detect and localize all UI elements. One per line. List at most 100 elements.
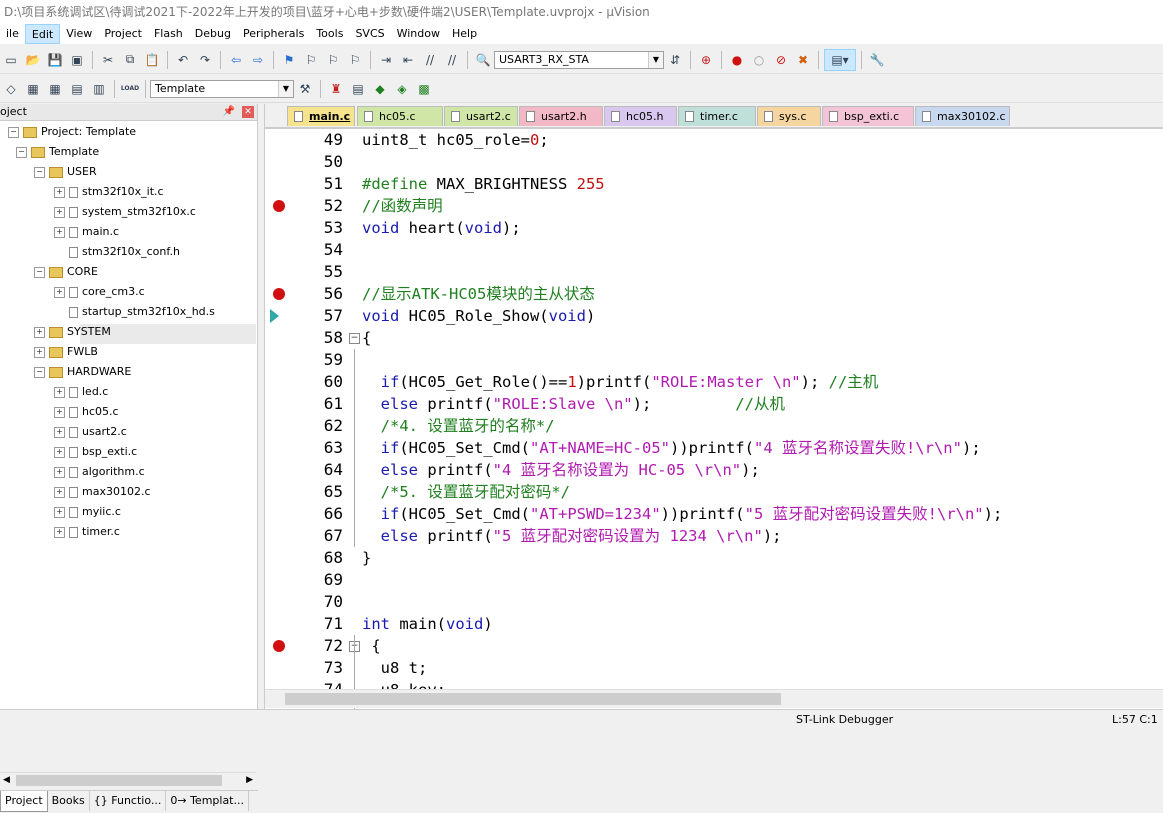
find-combo[interactable]: USART3_RX_STA ▼ — [494, 50, 664, 69]
pack-installer-icon[interactable]: ◆ — [370, 79, 390, 99]
copy-icon[interactable]: ⧉ — [120, 50, 140, 70]
nav-forward-icon[interactable]: ⇨ — [248, 50, 268, 70]
unindent-icon[interactable]: ⇤ — [398, 50, 418, 70]
expand-icon[interactable]: + — [54, 226, 65, 238]
manage-rte-icon[interactable]: ◈ — [392, 79, 412, 99]
tree-file-item[interactable]: + stm32f10x_it.c — [54, 182, 164, 202]
select-packs-icon[interactable]: ▤ — [348, 79, 368, 99]
collapse-icon[interactable]: − — [34, 166, 45, 178]
bookmark-icon[interactable]: ⚑ — [279, 50, 299, 70]
code-line[interactable]: if(HC05_Get_Role()==1)printf("ROLE:Maste… — [362, 371, 879, 393]
tree-file-item[interactable]: + system_stm32f10x.c — [54, 202, 196, 222]
menu-project[interactable]: Project — [98, 24, 148, 44]
menu-ile[interactable]: ile — [0, 24, 25, 44]
expand-icon[interactable]: + — [54, 386, 65, 398]
wrench-icon[interactable]: 🔧 — [867, 50, 887, 70]
tree-file-item[interactable]: + main.c — [54, 222, 119, 242]
panel-tab-3[interactable]: 0→ Templat... — [166, 791, 249, 811]
tree-file-item[interactable]: + core_cm3.c — [54, 282, 145, 302]
tree-file-item[interactable]: + bsp_exti.c — [54, 442, 137, 462]
tree-file-item[interactable]: + myiic.c — [54, 502, 121, 522]
menu-svcs[interactable]: SVCS — [349, 24, 390, 44]
tree-folder-item[interactable]: + FWLB — [34, 342, 98, 362]
code-line[interactable]: void HC05_Role_Show(void) — [362, 305, 595, 327]
collapse-icon[interactable]: − — [34, 266, 45, 278]
expand-icon[interactable]: + — [54, 446, 65, 458]
manage-project-icon[interactable]: ♜ — [326, 79, 346, 99]
find-in-files-icon[interactable]: 🔍 — [473, 50, 493, 70]
download-icon[interactable]: LOAD — [120, 79, 140, 99]
tree-file-item[interactable]: + usart2.c — [54, 422, 127, 442]
tree-file-item[interactable]: + max30102.c — [54, 482, 151, 502]
collapse-icon[interactable]: − — [8, 126, 19, 138]
cut-icon[interactable]: ✂ — [98, 50, 118, 70]
menu-debug[interactable]: Debug — [189, 24, 237, 44]
target-combo[interactable]: Template ▼ — [150, 79, 294, 98]
expand-icon[interactable]: + — [54, 466, 65, 478]
stop-build-icon[interactable]: ▥ — [89, 79, 109, 99]
code-line[interactable]: uint8_t hc05_role=0; — [362, 129, 549, 151]
insert-breakpoint-icon[interactable]: ● — [727, 50, 747, 70]
build-icon[interactable]: ▦ — [23, 79, 43, 99]
breakpoint-icon[interactable] — [273, 640, 285, 652]
tree-folder-item[interactable]: − HARDWARE — [34, 362, 131, 382]
collapse-icon[interactable]: + — [34, 346, 45, 358]
code-line[interactable]: /*5. 设置蓝牙配对密码*/ — [362, 481, 570, 503]
scroll-thumb[interactable] — [285, 693, 781, 705]
redo-icon[interactable]: ↷ — [195, 50, 215, 70]
target-options-icon[interactable]: ⚒ — [295, 79, 315, 99]
enable-breakpoint-icon[interactable]: ○ — [749, 50, 769, 70]
batch-build-icon[interactable]: ▤ — [67, 79, 87, 99]
window-layout-icon[interactable]: ▤▾ — [824, 48, 856, 71]
code-line[interactable]: //显示ATK-HC05模块的主从状态 — [362, 283, 595, 305]
project-panel-scrollbar[interactable]: ◀ ▶ — [0, 772, 256, 789]
scroll-right-icon[interactable]: ▶ — [246, 775, 253, 785]
expand-icon[interactable]: + — [54, 186, 65, 198]
tree-file-item[interactable]: + led.c — [54, 382, 108, 402]
code-line[interactable]: else printf("ROLE:Slave \n"); //从机 — [362, 393, 785, 415]
editor-tab[interactable]: timer.c — [678, 106, 756, 126]
tree-file-item[interactable]: +stm32f10x_conf.h — [54, 242, 180, 262]
code-line[interactable]: } — [362, 547, 371, 569]
clear-bookmarks-icon[interactable]: ⚐ — [345, 50, 365, 70]
collapse-icon[interactable]: − — [16, 146, 27, 158]
code-line[interactable]: { — [362, 635, 380, 657]
code-area[interactable]: 49 uint8_t hc05_role=0; 50 51 #define MAX_BR… — [265, 129, 1163, 723]
panel-tab-1[interactable]: Books — [48, 791, 90, 811]
code-line[interactable]: else printf("5 蓝牙配对密码设置为 1234 \r\n"); — [362, 525, 782, 547]
tree-folder-item[interactable]: − Project: Template — [8, 122, 136, 142]
code-line[interactable]: #define MAX_BRIGHTNESS 255 — [362, 173, 605, 195]
code-line[interactable]: /*4. 设置蓝牙的名称*/ — [362, 415, 555, 437]
indent-icon[interactable]: ⇥ — [376, 50, 396, 70]
kill-breakpoints-icon[interactable]: ✖ — [793, 50, 813, 70]
menu-flash[interactable]: Flash — [148, 24, 189, 44]
chevron-down-icon[interactable]: ▼ — [278, 80, 293, 97]
editor-tab[interactable]: max30102.c — [915, 106, 1010, 126]
code-line[interactable]: else printf("4 蓝牙名称设置为 HC-05 \r\n"); — [362, 459, 760, 481]
tree-file-item[interactable]: + algorithm.c — [54, 462, 145, 482]
collapse-icon[interactable]: + — [34, 326, 45, 338]
tree-file-item[interactable]: + hc05.c — [54, 402, 119, 422]
menu-view[interactable]: View — [60, 24, 98, 44]
editor-tab[interactable]: hc05.h — [604, 106, 677, 126]
panel-tab-2[interactable]: {} Functio... — [90, 791, 167, 811]
chevron-down-icon[interactable]: ▼ — [648, 51, 663, 68]
tree-folder-item[interactable]: − USER — [34, 162, 97, 182]
expand-icon[interactable]: + — [54, 406, 65, 418]
tree-folder-item[interactable]: − CORE — [34, 262, 98, 282]
paste-icon[interactable]: 📋 — [142, 50, 162, 70]
run-time-env-icon[interactable]: ▩ — [414, 79, 434, 99]
expand-icon[interactable]: + — [54, 426, 65, 438]
editor-scrollbar[interactable] — [265, 689, 1163, 708]
code-line[interactable]: //函数声明 — [362, 195, 443, 217]
find-icon[interactable]: ⇵ — [665, 50, 685, 70]
code-line[interactable]: if(HC05_Set_Cmd("AT+NAME=HC-05"))printf(… — [362, 437, 981, 459]
expand-icon[interactable]: + — [54, 486, 65, 498]
expand-icon[interactable]: + — [54, 286, 65, 298]
fold-icon[interactable]: − — [349, 333, 360, 344]
menu-edit[interactable]: Edit — [24, 24, 61, 44]
expand-icon[interactable]: + — [54, 506, 65, 518]
comment-icon[interactable]: // — [420, 50, 440, 70]
editor-tab[interactable]: usart2.c — [444, 106, 518, 126]
code-line[interactable]: if(HC05_Set_Cmd("AT+PSWD=1234"))printf("… — [362, 503, 1003, 525]
